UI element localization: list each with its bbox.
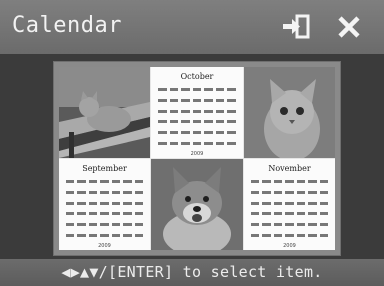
exit-button[interactable] bbox=[282, 13, 312, 41]
navigation-hint: ◀▶▲▼/[ENTER] to select item. bbox=[61, 263, 323, 281]
calendar-october: October 2009 bbox=[151, 67, 243, 158]
kitten-photo bbox=[244, 67, 335, 158]
title-bar: Calendar bbox=[0, 0, 384, 54]
window-title: Calendar bbox=[12, 13, 122, 38]
shiba-dog-photo bbox=[151, 159, 243, 250]
calendar-year-label: 2009 bbox=[283, 243, 296, 249]
close-icon bbox=[338, 16, 360, 38]
exit-icon bbox=[283, 14, 310, 39]
calendar-preview: October 2009 September 2009 November 200… bbox=[59, 67, 335, 250]
cat-on-bench-photo bbox=[59, 67, 150, 158]
calendar-day-grid bbox=[250, 177, 329, 240]
preview-area: October 2009 September 2009 November 200… bbox=[0, 54, 384, 259]
calendar-month-label: September bbox=[82, 164, 127, 173]
status-bar: ◀▶▲▼/[ENTER] to select item. bbox=[0, 259, 384, 286]
calendar-month-label: October bbox=[180, 72, 214, 81]
calendar-month-label: November bbox=[268, 164, 311, 173]
close-button[interactable] bbox=[335, 13, 363, 41]
calendar-year-label: 2009 bbox=[190, 151, 204, 157]
calendar-day-grid bbox=[65, 177, 144, 240]
calendar-preview-frame[interactable]: October 2009 September 2009 November 200… bbox=[53, 61, 341, 256]
calendar-day-grid bbox=[157, 85, 237, 148]
calendar-november: November 2009 bbox=[244, 159, 335, 250]
calendar-september: September 2009 bbox=[59, 159, 150, 250]
calendar-year-label: 2009 bbox=[98, 243, 111, 249]
